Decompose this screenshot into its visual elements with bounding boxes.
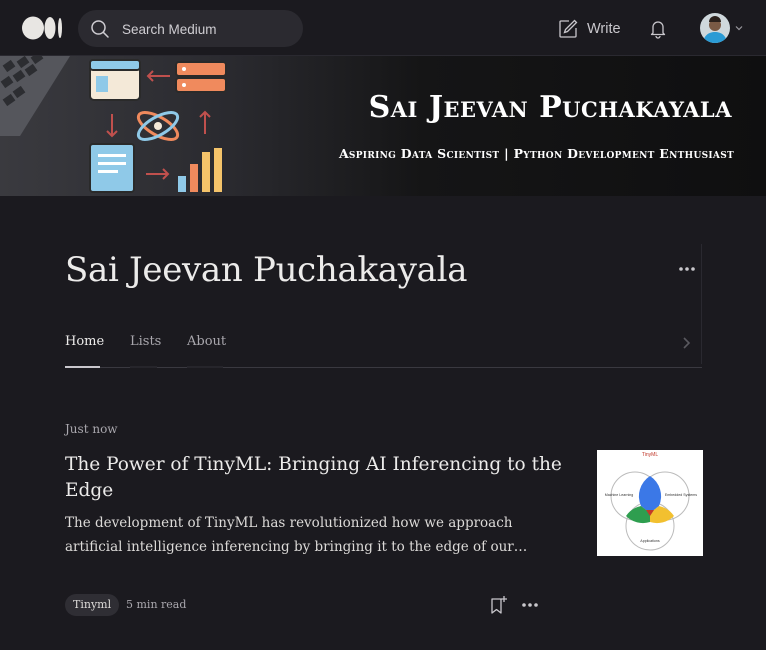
- post-tag[interactable]: Tinyml: [65, 594, 120, 616]
- post-read-time: 5 min read: [126, 598, 187, 611]
- write-label: Write: [587, 21, 621, 37]
- thumbnail-right-label: Embedded Systems: [665, 493, 697, 497]
- post-subtitle-text: The development of TinyML has revolution…: [65, 515, 514, 555]
- bell-icon[interactable]: [647, 17, 669, 39]
- write-icon: [559, 19, 578, 38]
- more-options-icon[interactable]: [520, 597, 540, 613]
- post-title[interactable]: The Power of TinyML: Bringing AI Inferen…: [65, 452, 565, 504]
- data-pipeline-illustration: [0, 56, 227, 193]
- medium-logo-icon[interactable]: [22, 16, 64, 40]
- write-button[interactable]: Write: [557, 16, 621, 42]
- tab-home[interactable]: Home: [65, 334, 104, 349]
- profile-name: Sai Jeevan Puchakayala: [65, 250, 468, 290]
- search-box[interactable]: [78, 10, 303, 47]
- post-timestamp: Just now: [65, 422, 118, 436]
- banner-title: Sai Jeevan Puchakayala: [368, 90, 732, 125]
- profile-tabs: Home Lists About: [65, 330, 702, 368]
- search-input[interactable]: [122, 18, 292, 40]
- tinyml-venn-diagram: TinyML Machine Learning Embedded Systems…: [605, 452, 697, 551]
- user-menu[interactable]: [700, 13, 746, 45]
- tab-indicator-lists: [130, 366, 157, 368]
- post-subtitle[interactable]: The development of TinyML has revolution…: [65, 511, 545, 559]
- profile-banner: Sai Jeevan Puchakayala Aspiring Data Sci…: [0, 56, 766, 196]
- chevron-right-icon[interactable]: [680, 335, 694, 351]
- search-icon: [91, 20, 109, 38]
- banner-tagline: Aspiring Data Scientist | Python Develop…: [338, 146, 734, 161]
- top-nav-bar: Write: [0, 0, 766, 56]
- tab-lists[interactable]: Lists: [130, 334, 161, 349]
- tab-about[interactable]: About: [187, 334, 226, 349]
- thumbnail-bottom-label: Applications: [640, 539, 660, 543]
- thumbnail-left-label: Machine Learning: [605, 493, 634, 497]
- avatar: [700, 13, 730, 43]
- tab-indicator-about: [187, 366, 223, 368]
- chevron-down-icon: [735, 26, 743, 31]
- post-thumbnail[interactable]: TinyML Machine Learning Embedded Systems…: [597, 450, 703, 556]
- active-tab-indicator: [65, 366, 100, 368]
- thumbnail-title: TinyML: [642, 452, 658, 458]
- bookmark-add-icon[interactable]: [489, 594, 509, 616]
- more-options-icon[interactable]: [676, 260, 698, 278]
